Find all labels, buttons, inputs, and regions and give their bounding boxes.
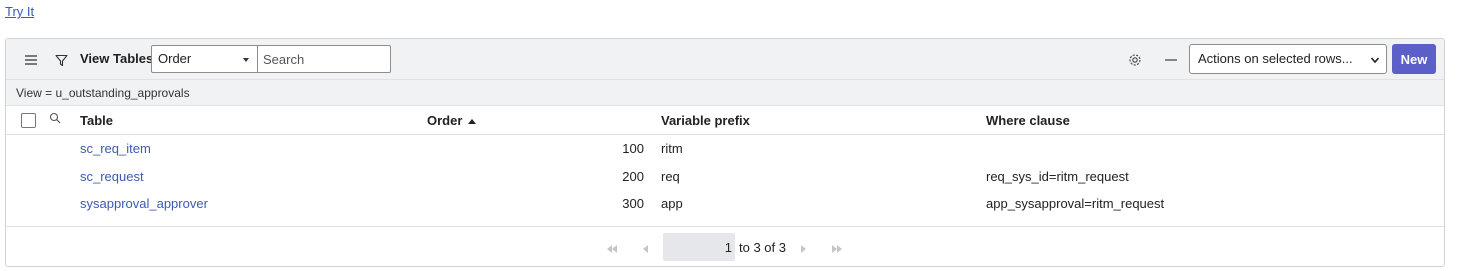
row-table-link[interactable]: sc_req_item <box>80 141 151 156</box>
gear-icon[interactable] <box>1126 51 1144 69</box>
column-header-prefix-label: Variable prefix <box>661 113 750 128</box>
column-header-where-clause[interactable]: Where clause <box>986 113 1070 128</box>
row-where-clause: req_sys_id=ritm_request <box>986 168 1129 184</box>
column-header-variable-prefix[interactable]: Variable prefix <box>661 113 750 128</box>
column-header-order[interactable]: Order <box>427 113 477 128</box>
new-button[interactable]: New <box>1392 44 1436 74</box>
row-prefix: ritm <box>661 141 683 156</box>
next-page-icon[interactable] <box>801 241 807 256</box>
search-icon[interactable] <box>49 112 61 127</box>
hamburger-menu-icon[interactable] <box>22 51 40 69</box>
breadcrumb-label: View = u_outstanding_approvals <box>16 86 190 100</box>
row-table-link[interactable]: sysapproval_approver <box>80 196 208 211</box>
search-field-select[interactable]: Order <box>151 45 258 73</box>
first-page-icon[interactable] <box>606 241 618 256</box>
filter-icon[interactable] <box>52 51 70 69</box>
table-body: sc_req_item 100 ritm sc_request 200 req … <box>6 135 1444 218</box>
table-row: sc_request 200 req req_sys_id=ritm_reque… <box>6 163 1444 191</box>
row-where-clause: app_sysapproval=ritm_request <box>986 196 1165 211</box>
page-range-label: to 3 of 3 <box>739 240 786 255</box>
list-toolbar: View Tables Order Actions on selected ro… <box>6 39 1444 80</box>
caret-down-icon <box>243 58 249 62</box>
column-header-where-label: Where clause <box>986 113 1070 128</box>
previous-page-icon[interactable] <box>642 241 648 256</box>
row-prefix: req <box>661 168 680 184</box>
collapse-minus-icon[interactable] <box>1162 51 1180 69</box>
column-header-table-label: Table <box>80 113 113 128</box>
actions-select[interactable]: Actions on selected rows... <box>1189 44 1387 74</box>
last-page-icon[interactable] <box>831 241 843 256</box>
try-it-link[interactable]: Try It <box>5 4 34 19</box>
row-order: 100 <box>622 141 644 156</box>
row-prefix: app <box>661 196 683 211</box>
search-field-select-value: Order <box>158 51 192 66</box>
row-order: 300 <box>622 196 644 211</box>
search-input[interactable] <box>257 45 391 73</box>
column-header-table[interactable]: Table <box>80 113 113 128</box>
chevron-down-icon <box>1370 53 1380 68</box>
breadcrumb[interactable]: View = u_outstanding_approvals <box>6 80 1444 106</box>
column-header-order-label: Order <box>427 113 463 128</box>
row-table-link[interactable]: sc_request <box>80 169 144 184</box>
row-order: 200 <box>622 168 644 184</box>
list-title: View Tables <box>80 51 154 66</box>
table-row: sysapproval_approver 300 app app_sysappr… <box>6 190 1444 218</box>
table-header: Table Order Variable prefix Where clause <box>6 106 1444 135</box>
table-row: sc_req_item 100 ritm <box>6 135 1444 163</box>
select-all-checkbox[interactable] <box>21 113 36 128</box>
actions-select-value: Actions on selected rows... <box>1198 51 1353 66</box>
list-panel: View Tables Order Actions on selected ro… <box>5 38 1445 267</box>
sort-ascending-icon <box>468 119 477 125</box>
pagination-bar: to 3 of 3 <box>6 226 1444 266</box>
page-number-input[interactable] <box>663 233 735 261</box>
